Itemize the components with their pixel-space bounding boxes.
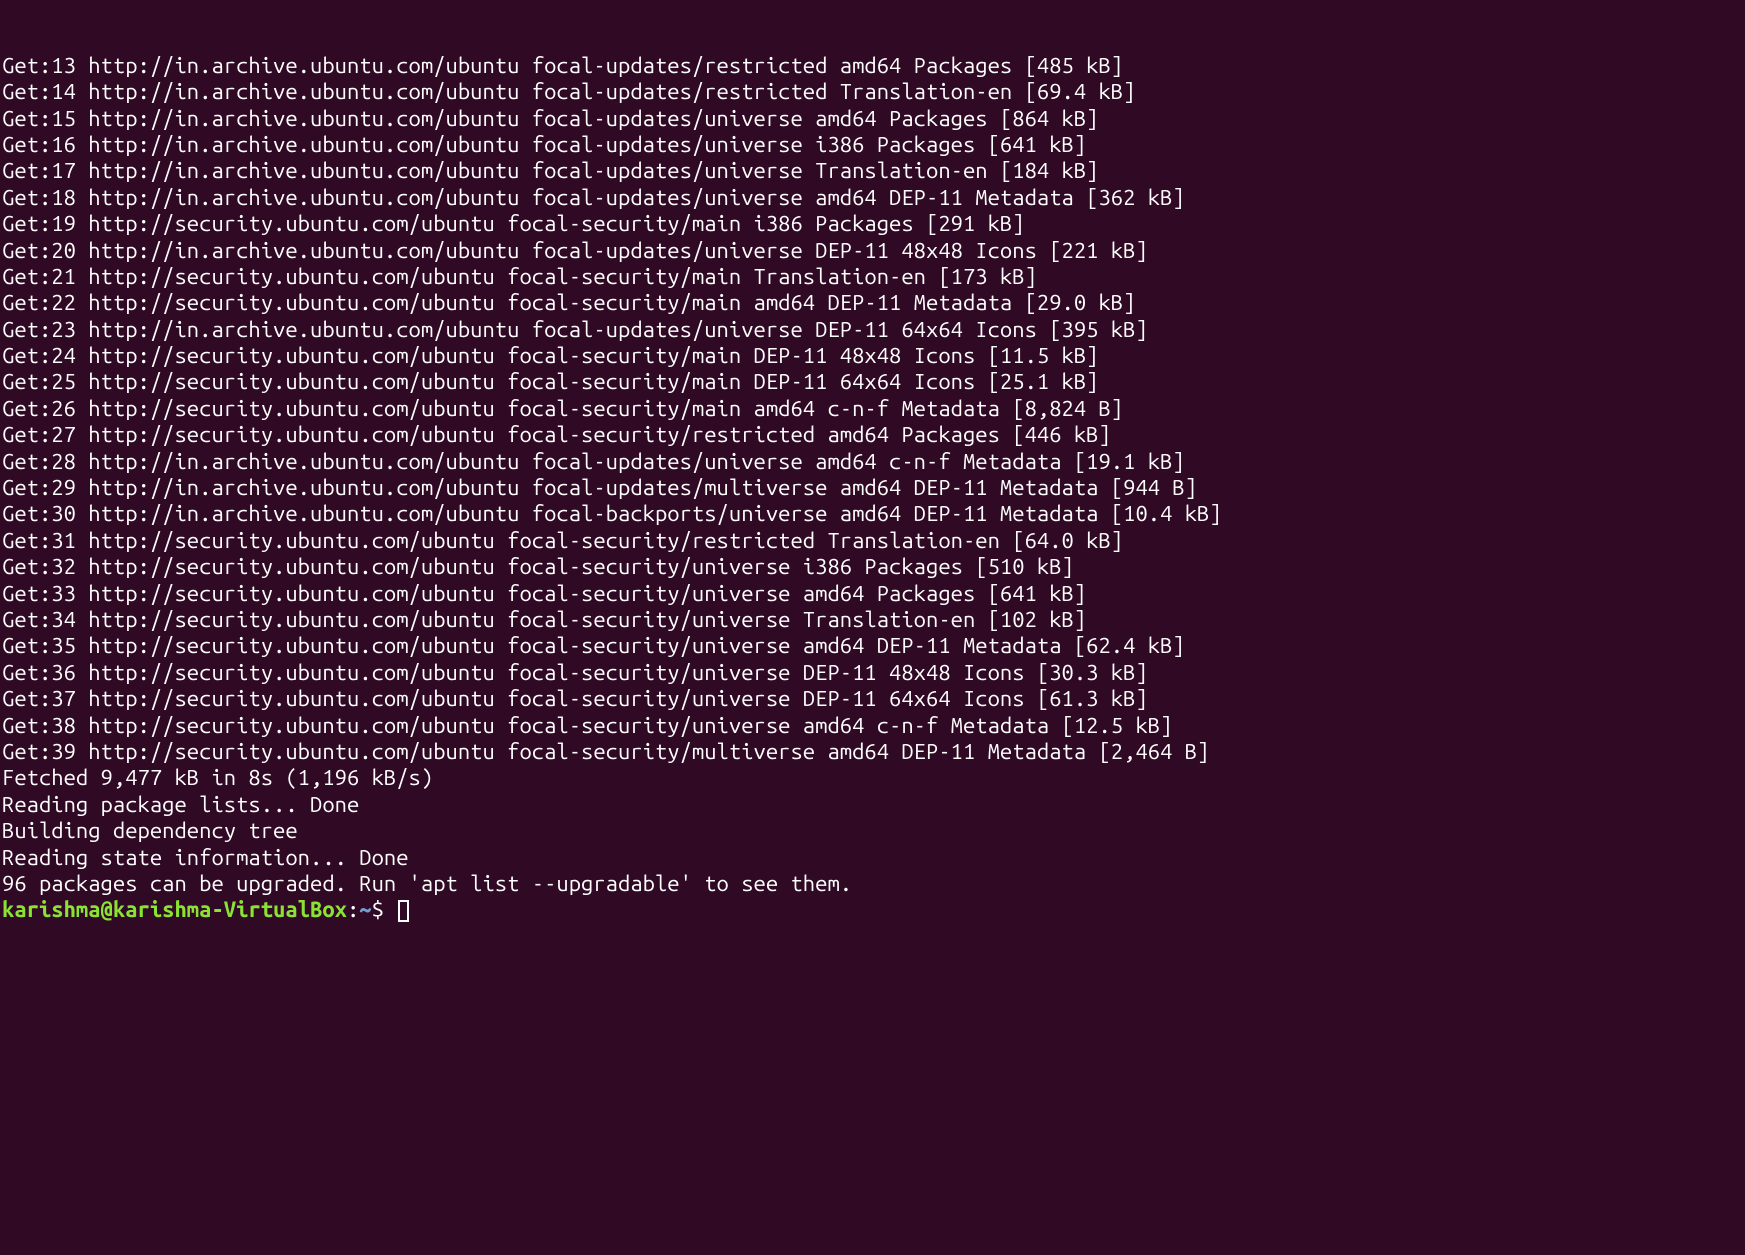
output-line: Reading package lists... Done (2, 792, 1743, 818)
output-line: Get:30 http://in.archive.ubuntu.com/ubun… (2, 501, 1743, 527)
output-line: Get:39 http://security.ubuntu.com/ubuntu… (2, 739, 1743, 765)
prompt-path: ~ (359, 897, 371, 922)
output-line: Get:16 http://in.archive.ubuntu.com/ubun… (2, 132, 1743, 158)
output-line: Get:18 http://in.archive.ubuntu.com/ubun… (2, 185, 1743, 211)
output-line: Get:23 http://in.archive.ubuntu.com/ubun… (2, 317, 1743, 343)
output-line: Get:24 http://security.ubuntu.com/ubuntu… (2, 343, 1743, 369)
output-line: Get:15 http://in.archive.ubuntu.com/ubun… (2, 106, 1743, 132)
output-line: Get:19 http://security.ubuntu.com/ubuntu… (2, 211, 1743, 237)
output-line: Get:35 http://security.ubuntu.com/ubuntu… (2, 633, 1743, 659)
output-line: Get:20 http://in.archive.ubuntu.com/ubun… (2, 238, 1743, 264)
prompt-user-host: karishma@karishma-VirtualBox (2, 897, 347, 922)
output-line: Get:27 http://security.ubuntu.com/ubuntu… (2, 422, 1743, 448)
output-line: Get:29 http://in.archive.ubuntu.com/ubun… (2, 475, 1743, 501)
output-line: Get:25 http://security.ubuntu.com/ubuntu… (2, 369, 1743, 395)
output-line: Get:38 http://security.ubuntu.com/ubuntu… (2, 713, 1743, 739)
terminal-output[interactable]: Get:13 http://in.archive.ubuntu.com/ubun… (0, 0, 1745, 950)
output-line: Fetched 9,477 kB in 8s (1,196 kB/s) (2, 765, 1743, 791)
output-line: Get:14 http://in.archive.ubuntu.com/ubun… (2, 79, 1743, 105)
output-line: Get:31 http://security.ubuntu.com/ubuntu… (2, 528, 1743, 554)
prompt-colon: : (347, 897, 359, 922)
output-line: Get:22 http://security.ubuntu.com/ubuntu… (2, 290, 1743, 316)
output-line: Building dependency tree (2, 818, 1743, 844)
output-line: Get:28 http://in.archive.ubuntu.com/ubun… (2, 449, 1743, 475)
output-line: Get:36 http://security.ubuntu.com/ubuntu… (2, 660, 1743, 686)
output-line: Reading state information... Done (2, 845, 1743, 871)
prompt-line[interactable]: karishma@karishma-VirtualBox:~$ (2, 897, 1743, 923)
output-line: Get:32 http://security.ubuntu.com/ubuntu… (2, 554, 1743, 580)
cursor-icon (398, 900, 409, 922)
output-line: Get:13 http://in.archive.ubuntu.com/ubun… (2, 53, 1743, 79)
output-line: Get:21 http://security.ubuntu.com/ubuntu… (2, 264, 1743, 290)
prompt-symbol: $ (372, 897, 397, 922)
output-line: Get:33 http://security.ubuntu.com/ubuntu… (2, 581, 1743, 607)
output-line: 96 packages can be upgraded. Run 'apt li… (2, 871, 1743, 897)
output-line: Get:17 http://in.archive.ubuntu.com/ubun… (2, 158, 1743, 184)
output-line: Get:26 http://security.ubuntu.com/ubuntu… (2, 396, 1743, 422)
output-line: Get:34 http://security.ubuntu.com/ubuntu… (2, 607, 1743, 633)
output-line: Get:37 http://security.ubuntu.com/ubuntu… (2, 686, 1743, 712)
